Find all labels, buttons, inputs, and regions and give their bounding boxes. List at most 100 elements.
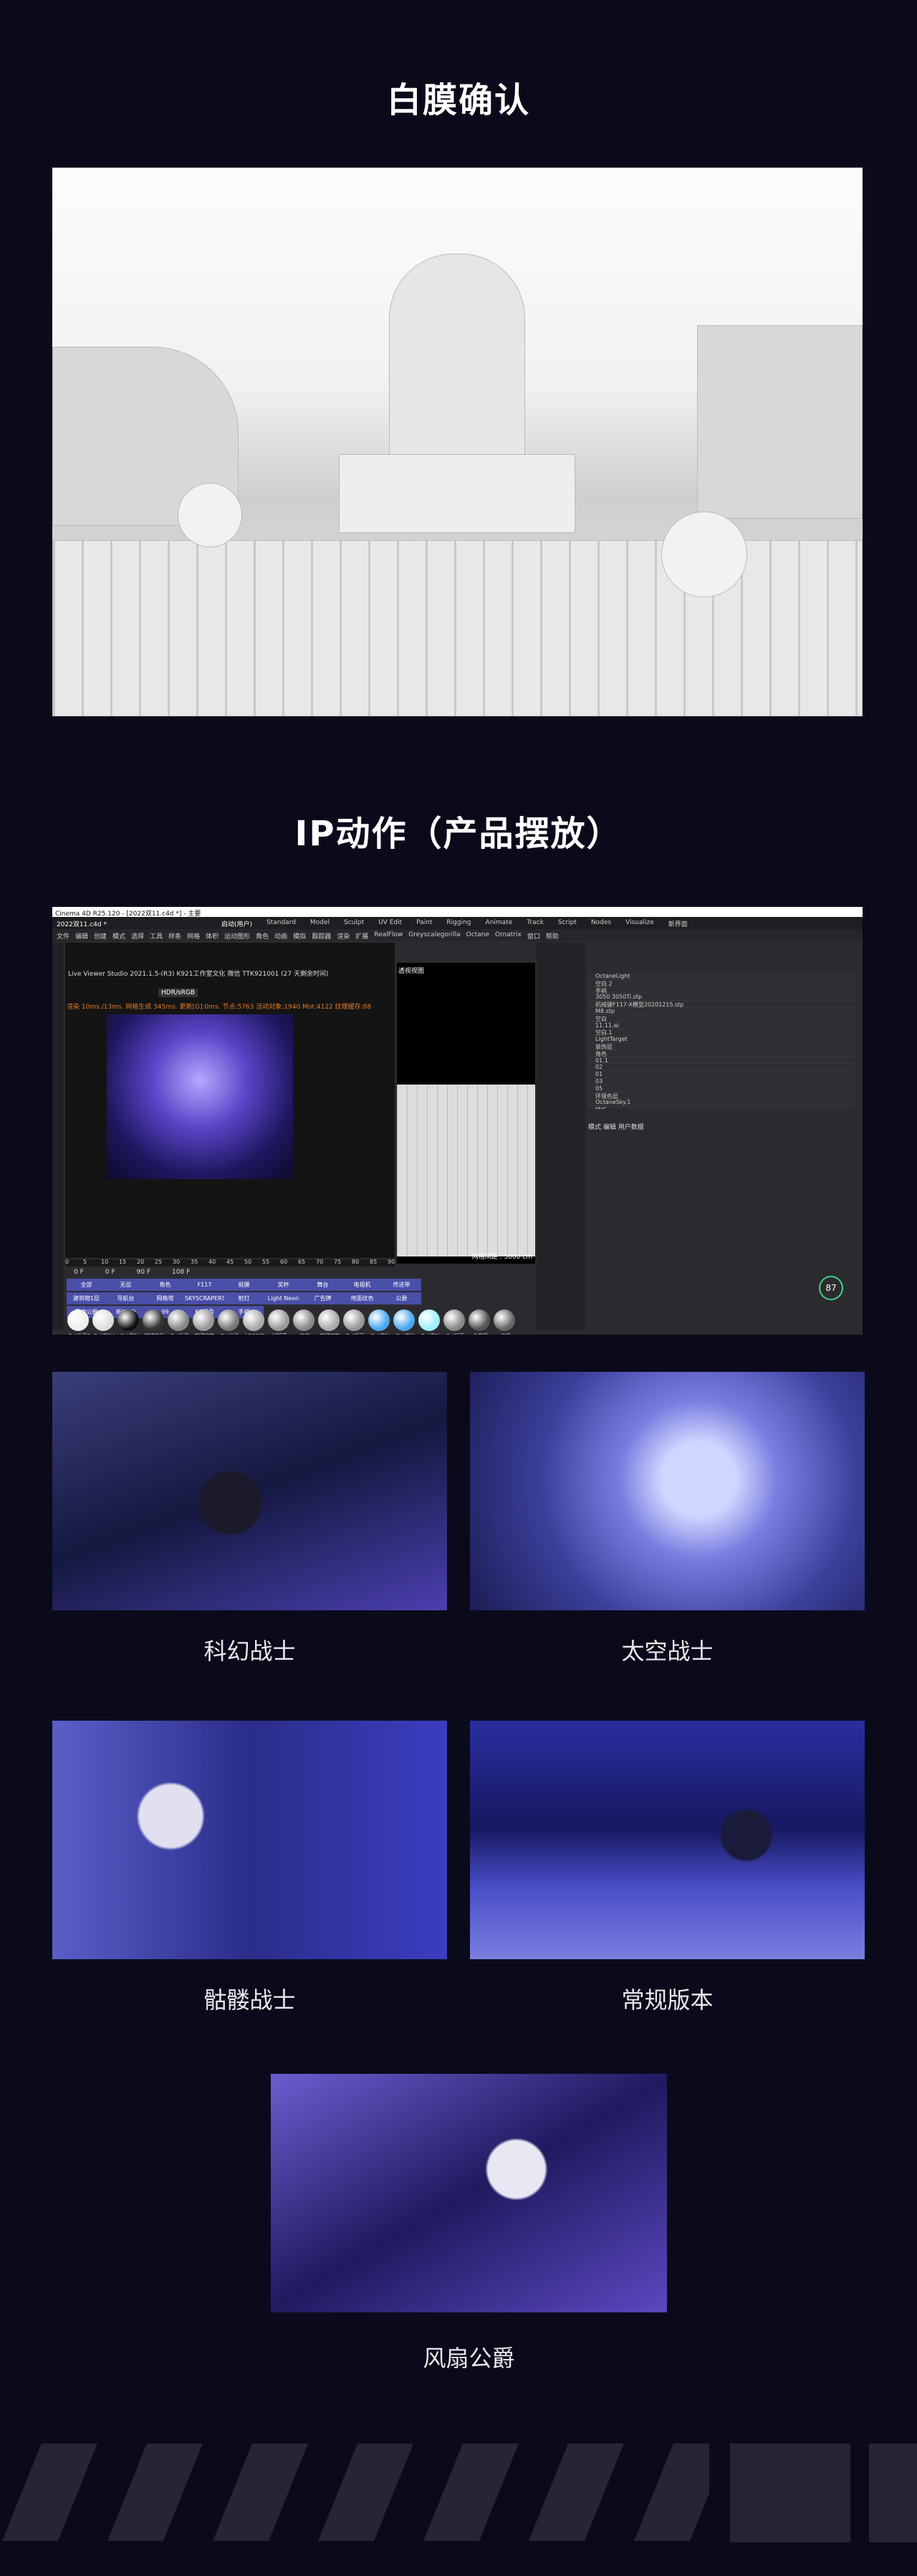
menu-item[interactable]: 创建 — [94, 931, 107, 941]
object-row[interactable]: 装饰层 — [588, 1043, 855, 1050]
material-tag[interactable]: 导航台 — [106, 1292, 145, 1304]
material-tag[interactable]: 全部 — [67, 1279, 106, 1291]
tab[interactable]: Model — [310, 919, 330, 927]
material[interactable]: 按键字符 — [317, 1309, 342, 1335]
object-row[interactable]: OctaneSky.1 — [588, 1099, 855, 1107]
menu-item[interactable]: 渲染 — [337, 931, 350, 941]
material[interactable]: 按键底色 — [142, 1309, 167, 1335]
object-row[interactable]: M8.stp — [588, 1008, 855, 1015]
material[interactable]: Oct镜面 — [342, 1309, 368, 1335]
menu-item[interactable]: Ornatrix — [495, 931, 522, 938]
menu-item[interactable]: 样条 — [168, 931, 181, 941]
menu-item[interactable]: 工具 — [150, 931, 163, 941]
menu-item[interactable]: RealFlow — [374, 931, 403, 938]
menu-item[interactable]: Greyscalegorilla — [408, 931, 460, 938]
object-row[interactable]: 11.11.ai — [588, 1022, 855, 1029]
current-frame[interactable]: 0 F — [105, 1269, 115, 1276]
menu-item[interactable]: 帮助 — [546, 931, 559, 941]
tab[interactable]: Rigging — [446, 919, 471, 927]
material-tag[interactable]: SKYSCRAPERS — [185, 1292, 226, 1304]
material[interactable]: Oct透射4 — [92, 1309, 117, 1335]
material-tag[interactable]: 奖杯 — [264, 1279, 303, 1291]
object-row[interactable]: 03 — [588, 1078, 855, 1085]
material[interactable]: 金属圈 — [468, 1309, 493, 1335]
menu-item[interactable]: 编辑 — [75, 931, 88, 941]
menu-item[interactable]: 运动图形 — [224, 931, 250, 941]
tab[interactable]: Script — [558, 919, 577, 927]
material[interactable]: Oct光泽 — [167, 1309, 192, 1335]
object-row[interactable]: 02 — [588, 1064, 855, 1072]
object-row[interactable]: 角色 — [588, 1050, 855, 1057]
material[interactable]: Oct透射 — [393, 1309, 418, 1335]
menu-item[interactable]: 模拟 — [293, 931, 306, 941]
material-tag[interactable]: 广告牌 — [303, 1292, 342, 1304]
object-row[interactable]: 01.1 — [588, 1057, 855, 1064]
material[interactable]: 按键字符 — [192, 1309, 217, 1335]
tool-palette[interactable] — [537, 943, 585, 1330]
tab[interactable]: UV Edit — [378, 919, 402, 927]
material-tag[interactable]: 电视机 — [342, 1279, 382, 1291]
material[interactable]: LOGO字 — [242, 1309, 267, 1335]
material-tag[interactable]: 建筑物1层 — [67, 1292, 106, 1304]
menu-item[interactable]: 编辑 — [603, 1124, 616, 1131]
tab[interactable]: Paint — [416, 919, 432, 927]
tab[interactable]: 启动(用户) — [221, 919, 252, 928]
object-row[interactable]: 空白 — [588, 1015, 855, 1022]
tab[interactable]: Standard — [267, 919, 296, 927]
menu-item[interactable]: 用户数据 — [618, 1124, 644, 1131]
material-tag[interactable]: 传送带 — [382, 1279, 421, 1291]
left-toolbar[interactable] — [52, 943, 64, 1330]
tab[interactable]: Sculpt — [344, 919, 364, 927]
material[interactable]: Oct透射 — [368, 1309, 393, 1335]
menu-item[interactable]: 扩展 — [355, 931, 368, 941]
object-row[interactable]: 3050 3050Ti.stp — [588, 994, 855, 1001]
menu-item[interactable]: 角色 — [256, 931, 269, 941]
material-tag[interactable]: 公爵 — [382, 1292, 421, 1304]
material-tag[interactable]: 地面纹色 — [342, 1292, 382, 1304]
object-row[interactable]: 地板 — [588, 1106, 855, 1109]
tab[interactable]: Animate — [486, 919, 513, 927]
file-tab[interactable]: 2022双11.c4d * — [57, 919, 107, 928]
object-row[interactable]: 空白.1 — [588, 1029, 855, 1036]
menu-item[interactable]: Octane — [466, 931, 489, 938]
material-tag[interactable]: Light Neon — [264, 1292, 303, 1304]
menu-item[interactable]: 跟踪器 — [312, 931, 331, 941]
material-tag[interactable]: 无层 — [106, 1279, 145, 1291]
material[interactable]: 文字 — [292, 1309, 317, 1335]
object-row[interactable]: 机械键F117-X模型20201215.stp — [588, 1001, 855, 1008]
material-tag[interactable]: F117 — [185, 1279, 224, 1291]
menu-item[interactable]: 窗口 — [527, 931, 540, 941]
object-row[interactable]: 环境色层 — [588, 1092, 855, 1100]
object-row[interactable]: 05 — [588, 1085, 855, 1092]
total-frames[interactable]: 108 F — [172, 1269, 190, 1276]
material[interactable]: Oct光泽 — [217, 1309, 242, 1335]
object-row[interactable]: OctaneLight — [588, 973, 855, 980]
material[interactable]: Oct光泽2 — [67, 1309, 92, 1335]
object-row[interactable]: 空白.2 — [588, 980, 855, 987]
material[interactable]: Oct漫射 — [117, 1309, 142, 1335]
material[interactable]: Oct透射 — [418, 1309, 443, 1335]
material-tag[interactable]: 射灯 — [224, 1292, 264, 1304]
material[interactable]: LOGO — [267, 1309, 292, 1335]
tab[interactable]: 新界面 — [668, 919, 688, 928]
menu-item[interactable]: 模式 — [112, 931, 125, 941]
material-tag[interactable]: 网格塔 — [145, 1292, 185, 1304]
timeline[interactable]: 0 5 10 15 20 25 30 35 40 45 50 55 60 65 70 75 80 85 90 — [65, 1259, 395, 1267]
material-tag[interactable]: 舞台 — [303, 1279, 342, 1291]
menu-item[interactable]: 选择 — [131, 931, 144, 941]
material[interactable]: Oct镜面 — [443, 1309, 468, 1335]
start-frame[interactable]: 0 F — [74, 1269, 84, 1276]
menu-item[interactable]: 体积 — [206, 931, 219, 941]
tab[interactable]: Visualize — [625, 919, 654, 927]
menu-item[interactable]: 模式 — [588, 1124, 601, 1131]
object-row[interactable]: LightTarget — [588, 1036, 855, 1043]
material[interactable]: 纹理 — [493, 1309, 518, 1335]
color-space-select[interactable]: HDR/sRGB — [158, 989, 198, 997]
material-tag[interactable]: 挺膜 — [224, 1279, 264, 1291]
end-frame[interactable]: 90 F — [137, 1269, 151, 1276]
tab[interactable]: Nodes — [591, 919, 611, 927]
object-row[interactable]: 手柄 — [588, 987, 855, 994]
menu-item[interactable]: 网格 — [187, 931, 200, 941]
menu-item[interactable]: 动画 — [274, 931, 287, 941]
object-row[interactable]: 01 — [588, 1071, 855, 1078]
